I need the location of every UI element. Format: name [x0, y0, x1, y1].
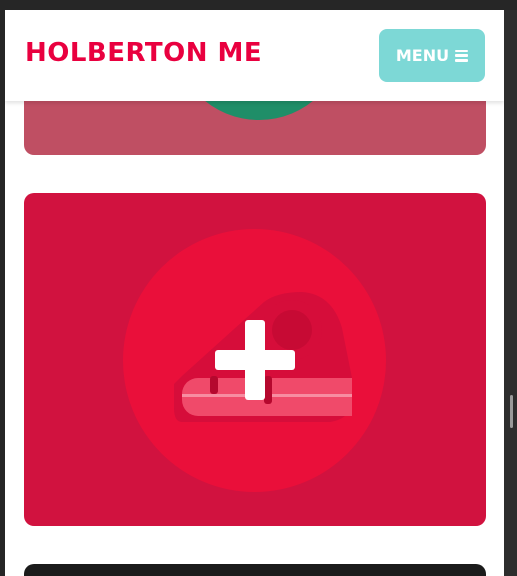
page: HOLBERTON ME MENU — [5, 10, 504, 576]
add-plus-icon — [215, 320, 295, 400]
browser-top-strip — [0, 0, 517, 10]
menu-label: MENU — [395, 46, 450, 65]
project-card-3[interactable] — [24, 564, 486, 576]
page-scrollbar[interactable] — [504, 10, 517, 576]
brand-logo-text[interactable]: HOLBERTON ME — [25, 38, 262, 68]
menu-button[interactable]: MENU — [379, 29, 485, 82]
project-card-2[interactable] — [24, 193, 486, 526]
site-header: HOLBERTON ME MENU — [5, 10, 504, 101]
scrollbar-thumb[interactable] — [510, 395, 513, 428]
hamburger-icon — [455, 49, 469, 62]
